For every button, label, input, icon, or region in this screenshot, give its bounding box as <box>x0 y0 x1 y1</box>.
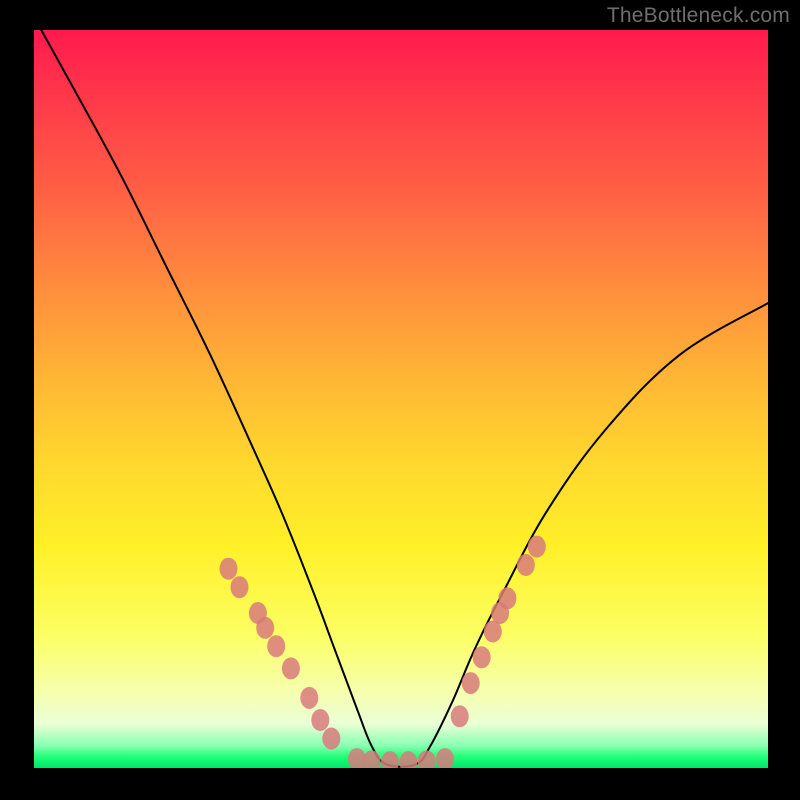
data-dot <box>517 554 535 576</box>
data-dot <box>462 672 480 694</box>
plot-area <box>34 30 768 768</box>
data-dot <box>399 751 417 768</box>
data-dot <box>231 576 249 598</box>
data-dot <box>282 657 300 679</box>
watermark-text: TheBottleneck.com <box>607 4 790 28</box>
data-dot <box>363 750 381 768</box>
data-dot <box>418 750 436 768</box>
data-dot <box>267 635 285 657</box>
data-dot <box>300 687 318 709</box>
data-dot <box>311 709 329 731</box>
chart-frame: TheBottleneck.com <box>0 0 800 800</box>
data-dot <box>220 558 238 580</box>
data-dot <box>473 646 491 668</box>
data-dot <box>256 617 274 639</box>
chart-svg <box>34 30 768 768</box>
data-dots-group <box>220 536 546 768</box>
bottleneck-curve <box>41 30 768 767</box>
data-dot <box>436 748 454 768</box>
data-dot <box>451 705 469 727</box>
data-dot <box>498 587 516 609</box>
data-dot <box>528 536 546 558</box>
data-dot <box>381 751 399 768</box>
data-dot <box>322 728 340 750</box>
